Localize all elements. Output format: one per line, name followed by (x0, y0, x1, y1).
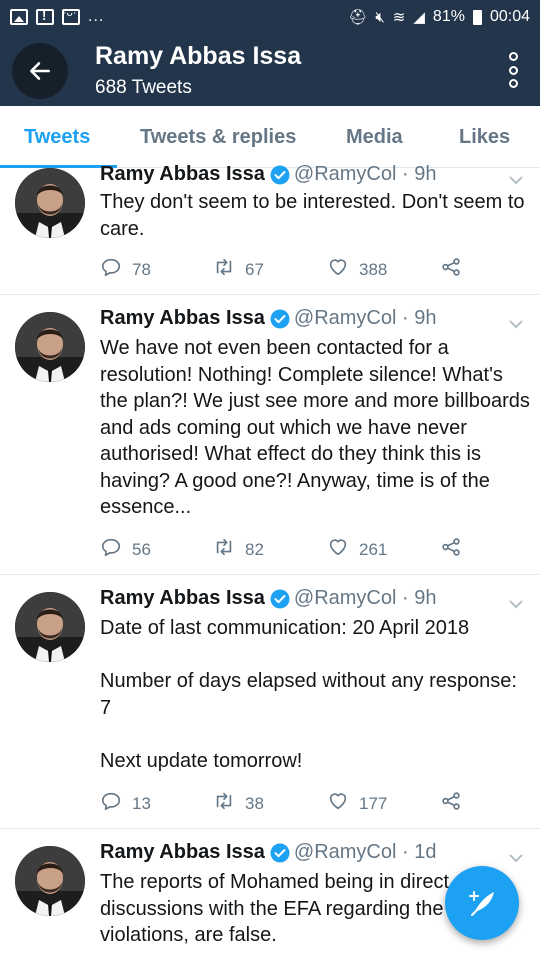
share-button[interactable] (440, 256, 462, 283)
image-icon (10, 9, 28, 25)
heart-icon (327, 790, 349, 817)
face-icon (62, 7, 80, 25)
retweet-count: 38 (245, 793, 264, 813)
tab-tweets-and-replies[interactable]: Tweets & replies (140, 126, 296, 149)
tab-media[interactable]: Media (346, 126, 403, 149)
retweet-count: 82 (245, 539, 264, 559)
author-handle-time: @RamyCol · 9h (293, 587, 437, 609)
tweet-text: They don't seem to be interested. Don't … (100, 191, 525, 240)
tweet-text: Date of last communication: 20 April 201… (100, 617, 517, 772)
verified-badge-icon (270, 843, 290, 863)
like-count: 177 (359, 793, 388, 813)
tweet-actions: 56 82 261 (100, 536, 480, 560)
alert-icon (36, 8, 54, 25)
clock: 00:04 (489, 8, 530, 25)
tweet-text: We have not even been contacted for a re… (100, 337, 530, 518)
profile-header: Ramy Abbas Issa 688 Tweets (0, 34, 540, 106)
dot-icon (508, 79, 518, 88)
reply-count: 78 (132, 259, 151, 279)
tweet-count: 688 Tweets (95, 77, 192, 98)
tweet[interactable]: Ramy Abbas Issa @RamyCol · 9h Date of la… (0, 575, 540, 829)
retweet-button[interactable]: 82 (213, 536, 264, 563)
compose-tweet-button[interactable] (445, 866, 519, 940)
battery-percent: 81% (432, 8, 465, 25)
reply-count: 56 (132, 539, 151, 559)
verified-badge-icon (270, 589, 290, 609)
tab-likes[interactable]: Likes (459, 126, 510, 149)
profile-tabs: Tweets Tweets & replies Media Likes (0, 106, 540, 168)
chevron-down-icon[interactable] (509, 599, 523, 609)
like-button[interactable]: 177 (327, 790, 387, 817)
retweet-count: 67 (245, 259, 264, 279)
verified-badge-icon (270, 165, 290, 185)
share-icon (440, 256, 462, 283)
tweet-actions: 13 38 177 (100, 790, 480, 814)
more-options-button[interactable] (506, 52, 520, 88)
android-icon: ⛑ (348, 9, 368, 26)
like-count: 388 (359, 259, 388, 279)
share-button[interactable] (440, 536, 462, 563)
avatar[interactable] (15, 168, 85, 238)
share-icon (440, 790, 462, 817)
like-button[interactable]: 261 (327, 536, 387, 563)
battery-icon (472, 9, 482, 25)
compose-feather-icon (469, 891, 494, 916)
heart-icon (327, 536, 349, 563)
reply-icon (100, 536, 122, 563)
author-name[interactable]: Ramy Abbas Issa (100, 587, 265, 610)
status-bar-notifications: ... (10, 7, 105, 26)
reply-button[interactable]: 56 (100, 536, 151, 563)
tweet-actions: 78 67 388 (100, 256, 480, 280)
dot-icon (508, 65, 518, 75)
mute-icon: 🔇︎ (375, 8, 385, 26)
reply-icon (100, 790, 122, 817)
author-name[interactable]: Ramy Abbas Issa (100, 307, 265, 330)
tab-tweets[interactable]: Tweets (24, 126, 90, 149)
share-icon (440, 536, 462, 563)
author-handle-time: @RamyCol · 1d (293, 841, 437, 863)
chevron-down-icon[interactable] (509, 319, 523, 329)
retweet-button[interactable]: 38 (213, 790, 264, 817)
dot-icon (508, 52, 518, 61)
tweet[interactable]: Ramy Abbas Issa @RamyCol · 9h We have no… (0, 295, 540, 575)
like-button[interactable]: 388 (327, 256, 387, 283)
tweet[interactable]: Ramy Abbas Issa @RamyCol · 9h They don't… (0, 163, 540, 295)
retweet-icon (213, 256, 235, 283)
retweet-icon (213, 790, 235, 817)
tweet-header: Ramy Abbas Issa @RamyCol · 1d (100, 841, 436, 864)
status-bar-system: ⛑ 🔇︎ ≋ ◢ 81% 00:04 (348, 8, 530, 26)
avatar[interactable] (15, 592, 85, 662)
tweet-header: Ramy Abbas Issa @RamyCol · 9h (100, 163, 436, 186)
reply-count: 13 (132, 793, 151, 813)
profile-name: Ramy Abbas Issa (95, 42, 302, 70)
reply-button[interactable]: 78 (100, 256, 151, 283)
avatar[interactable] (15, 846, 85, 916)
author-name[interactable]: Ramy Abbas Issa (100, 163, 265, 186)
retweet-button[interactable]: 67 (213, 256, 264, 283)
signal-icon: ◢ (413, 9, 425, 26)
back-button[interactable] (12, 43, 68, 99)
arrow-left-icon (30, 62, 50, 80)
more-notifications-dots: ... (88, 8, 105, 25)
retweet-icon (213, 536, 235, 563)
author-handle-time: @RamyCol · 9h (293, 307, 437, 329)
tweet-header: Ramy Abbas Issa @RamyCol · 9h (100, 307, 436, 330)
status-bar: ... ⛑ 🔇︎ ≋ ◢ 81% 00:04 (0, 0, 540, 34)
chevron-down-icon[interactable] (509, 853, 523, 863)
share-button[interactable] (440, 790, 462, 817)
like-count: 261 (359, 539, 388, 559)
author-name[interactable]: Ramy Abbas Issa (100, 841, 265, 864)
avatar[interactable] (15, 312, 85, 382)
author-handle-time: @RamyCol · 9h (293, 163, 437, 185)
chevron-down-icon[interactable] (509, 175, 523, 185)
reply-button[interactable]: 13 (100, 790, 151, 817)
heart-icon (327, 256, 349, 283)
reply-icon (100, 256, 122, 283)
tweet-header: Ramy Abbas Issa @RamyCol · 9h (100, 587, 436, 610)
wifi-icon: ≋ (392, 9, 406, 26)
verified-badge-icon (270, 309, 290, 329)
